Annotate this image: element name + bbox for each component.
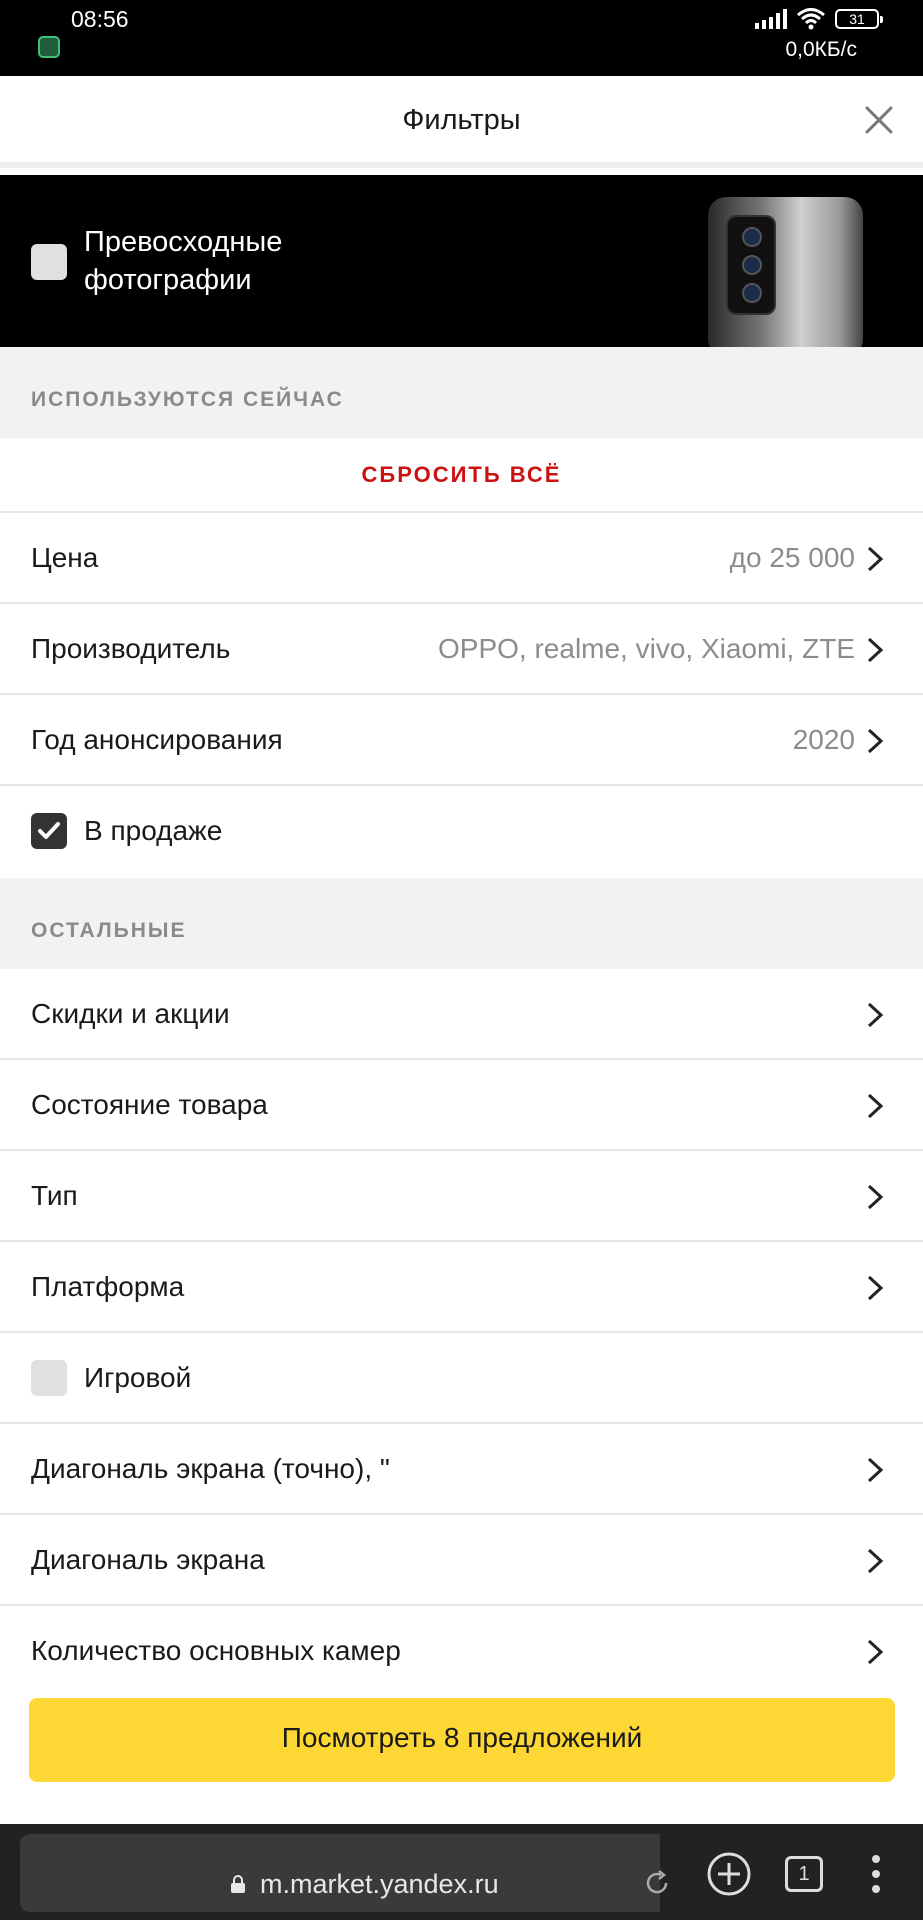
filter-row-platform[interactable]: Платформа <box>0 1242 923 1333</box>
show-offers-label: Посмотреть 8 предложений <box>281 1722 643 1753</box>
filter-row-manufacturer[interactable]: Производитель OPPO, realme, vivo, Xiaomi… <box>0 604 923 695</box>
filter-row-diagonal-exact[interactable]: Диагональ экрана (точно), " <box>0 1424 923 1515</box>
filter-label: Производитель <box>31 633 231 664</box>
close-icon <box>865 106 893 134</box>
filter-label: Количество основных камер <box>31 1635 401 1666</box>
signal-icon <box>755 9 787 29</box>
chevron-right-icon <box>867 1184 884 1210</box>
tabs-button[interactable]: 1 <box>780 1850 828 1898</box>
filter-label: Тип <box>31 1180 78 1211</box>
more-menu-button[interactable] <box>852 1850 900 1898</box>
section-header-active: ИСПОЛЬЗУЮТСЯ СЕЙЧАС <box>0 347 923 438</box>
section-header-other: ОСТАЛЬНЫЕ <box>0 878 923 969</box>
chevron-right-icon <box>867 546 884 572</box>
app-notification-icon <box>38 36 60 58</box>
filter-value: 2020 <box>792 724 855 755</box>
other-filters-list: Скидки и акции Состояние товара Тип Плат… <box>0 969 923 1697</box>
more-vertical-icon <box>872 1855 880 1893</box>
filter-label: Платформа <box>31 1271 185 1302</box>
filter-label: Состояние товара <box>31 1089 268 1120</box>
active-filters-list: Цена до 25 000 Производитель OPPO, realm… <box>0 513 923 877</box>
filter-row-in-stock[interactable]: В продаже <box>0 786 923 877</box>
wifi-icon <box>797 8 825 30</box>
page-title: Фильтры <box>402 104 521 136</box>
in-stock-checkbox[interactable] <box>31 813 67 849</box>
chevron-right-icon <box>867 637 884 663</box>
promo-label: Превосходные фотографии <box>84 226 283 296</box>
chevron-right-icon <box>867 728 884 754</box>
status-time: 08:56 <box>71 6 129 32</box>
show-offers-button[interactable]: Посмотреть 8 предложений <box>29 1698 895 1782</box>
filter-row-camera-count[interactable]: Количество основных камер <box>0 1606 923 1697</box>
status-icons: 31 <box>755 8 883 30</box>
filter-row-discounts[interactable]: Скидки и акции <box>0 969 923 1060</box>
browser-toolbar: m.market.yandex.ru 1 <box>0 1824 923 1920</box>
network-speed: 0,0КБ/с <box>785 38 857 61</box>
promo-checkbox[interactable] <box>31 244 67 280</box>
filter-label: Цена <box>31 542 99 573</box>
chevron-right-icon <box>867 1639 884 1665</box>
filter-label: В продаже <box>84 815 223 846</box>
promo-filter-banner[interactable]: Превосходные фотографии <box>0 175 923 347</box>
url-text: m.market.yandex.ru <box>260 1869 499 1899</box>
filter-row-gaming[interactable]: Игровой <box>0 1333 923 1424</box>
battery-icon: 31 <box>835 9 883 29</box>
filter-row-condition[interactable]: Состояние товара <box>0 1060 923 1151</box>
cta-area: Посмотреть 8 предложений <box>0 1698 923 1824</box>
tabs-count: 1 <box>785 1856 823 1892</box>
reset-all-button[interactable]: СБРОСИТЬ ВСЁ <box>0 438 923 513</box>
phone-image <box>708 197 863 347</box>
filter-label: Диагональ экрана (точно), " <box>31 1453 390 1484</box>
plus-circle-icon <box>707 1852 751 1896</box>
filter-row-type[interactable]: Тип <box>0 1151 923 1242</box>
gaming-checkbox[interactable] <box>31 1360 67 1396</box>
checkmark-icon <box>38 822 60 839</box>
filter-value: OPPO, realme, vivo, Xiaomi, ZTE <box>438 633 855 664</box>
chevron-right-icon <box>867 1275 884 1301</box>
reset-all-label: СБРОСИТЬ ВСЁ <box>361 462 562 487</box>
filters-header: Фильтры <box>0 76 923 168</box>
filter-label: Скидки и акции <box>31 998 230 1029</box>
chevron-right-icon <box>867 1002 884 1028</box>
status-bar: 08:56 31 0,0КБ/с <box>0 0 923 76</box>
filter-value: до 25 000 <box>729 542 855 573</box>
filter-label: Диагональ экрана <box>31 1544 265 1575</box>
chevron-right-icon <box>867 1457 884 1483</box>
camera-module <box>726 215 776 315</box>
address-bar[interactable]: m.market.yandex.ru <box>20 1834 668 1912</box>
filter-row-year[interactable]: Год анонсирования 2020 <box>0 695 923 786</box>
close-button[interactable] <box>853 94 905 146</box>
section-title-active: ИСПОЛЬЗУЮТСЯ СЕЙЧАС <box>31 388 344 411</box>
filter-row-price[interactable]: Цена до 25 000 <box>0 513 923 604</box>
section-title-other: ОСТАЛЬНЫЕ <box>31 919 187 942</box>
filter-row-diagonal[interactable]: Диагональ экрана <box>0 1515 923 1606</box>
filter-label: Игровой <box>84 1362 192 1393</box>
chevron-right-icon <box>867 1548 884 1574</box>
chevron-right-icon <box>867 1093 884 1119</box>
new-tab-button[interactable] <box>705 1850 753 1898</box>
lock-icon <box>231 1875 245 1893</box>
filter-label: Год анонсирования <box>31 724 283 755</box>
reload-icon[interactable] <box>642 1868 672 1898</box>
